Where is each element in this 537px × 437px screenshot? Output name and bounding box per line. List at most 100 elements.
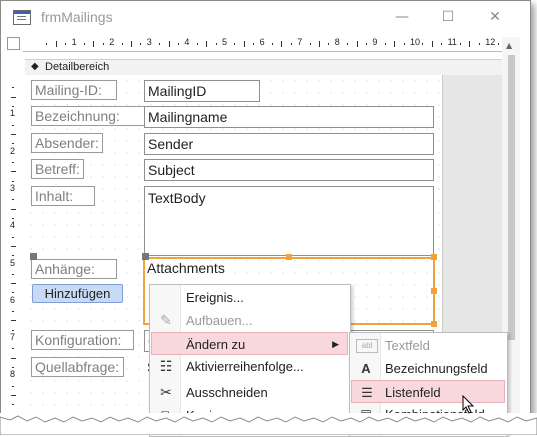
ruler-tick [11,208,16,210]
field-absender[interactable]: Sender [144,133,434,155]
resize-handle-top[interactable] [286,254,292,260]
ruler-tick [403,43,405,45]
label-konfiguration[interactable]: Konfiguration: [31,330,134,350]
ruler-tick [12,311,14,313]
ruler-tick [12,348,14,350]
resize-handle-top-right[interactable] [431,254,437,260]
menu-item-aufbauen[interactable]: ✎ Aufbauen... [151,309,348,332]
field-inhalt[interactable]: TextBody [144,186,434,256]
ruler-number: 2 [109,37,115,47]
ruler-number: 9 [372,37,378,47]
ruler-tick [281,41,283,47]
ruler-number: 7 [297,37,303,47]
ruler-tick [253,43,255,45]
ruler-tick [431,41,433,47]
ruler-number: 12 [485,37,496,47]
title-bar: frmMailings — ☐ ✕ [1,1,530,33]
close-button[interactable]: ✕ [472,1,518,33]
ruler-tick [168,41,170,47]
ruler-number: 5 [222,37,228,47]
ruler-tick [11,96,16,98]
ruler-tick [159,43,161,45]
ruler-tick [394,41,396,47]
menu-item-label: Ausschneiden [186,385,268,400]
ruler-tick [234,43,236,45]
scroll-thumb[interactable] [508,55,515,340]
submenu-item-label: Bezeichnungsfeld [385,361,488,376]
submenu-item-textfeld[interactable]: abl Textfeld [351,334,505,357]
label-betreff[interactable]: Betreff: [31,159,84,179]
horizontal-ruler[interactable]: 1 2 3 4 5 6 7 8 9 10 11 12 [23,37,513,52]
menu-item-label: Ändern zu [186,337,246,352]
maximize-button[interactable]: ☐ [425,1,471,33]
resize-handle-bottom-right[interactable] [431,321,437,327]
label-mailing-id[interactable]: Mailing-ID: [31,80,117,100]
ruler-number: 1 [71,37,77,47]
ruler-tick [441,43,443,45]
menu-item-aktivierreihenfolge[interactable]: ☷ Aktivierreihenfolge... [151,355,348,378]
ruler-tick [366,43,367,45]
label-anhaenge[interactable]: Anhänge: [31,259,117,279]
form-selector[interactable] [7,37,20,50]
vertical-ruler[interactable]: 1 2 3 4 5 6 7 8 [7,74,19,421]
submenu-item-label: Listenfeld [385,385,441,400]
horizontal-ruler-row: 1 2 3 4 5 6 7 8 9 10 11 12 [5,37,515,52]
move-handle-control[interactable] [142,253,149,260]
label-inhalt[interactable]: Inhalt: [31,186,95,206]
section-marker-icon: ◆ [31,61,39,72]
torn-edge [0,413,537,435]
listbox-icon: ☰ [361,385,373,400]
menu-item-label: Aktivierreihenfolge... [186,359,304,374]
ruler-tick [12,404,14,406]
move-handle-label[interactable] [30,253,37,260]
menu-item-ausschneiden[interactable]: ✂ Ausschneiden [151,381,348,404]
hinzufuegen-button[interactable]: Hinzufügen [32,284,123,303]
submenu-item-bezeichnungsfeld[interactable]: A Bezeichnungsfeld [351,357,505,380]
ruler-number: 7 [10,332,16,343]
ruler-tick [12,292,14,294]
ruler-tick [11,357,16,359]
ruler-tick [11,283,16,285]
resize-handle-right[interactable] [431,288,437,294]
ruler-tick [206,41,208,47]
ruler-tick [12,273,14,275]
ruler-tick [384,43,386,45]
ruler-tick [46,43,48,45]
ruler-tick [12,105,14,107]
field-betreff[interactable]: Subject [144,159,434,181]
ruler-tick [11,171,16,173]
label-bezeichnung[interactable]: Bezeichnung: [31,106,147,126]
menu-item-ereignis[interactable]: Ereignis... [151,286,348,309]
ruler-tick [93,41,95,47]
ruler-tick [131,41,132,47]
menu-item-aendern-zu[interactable]: Ändern zu ▶ [151,332,348,355]
ruler-number: 6 [259,37,265,47]
scroll-up-icon[interactable]: ▲ [506,41,512,50]
ruler-number: 4 [184,37,190,47]
ruler-number: 11 [447,37,457,47]
ruler-tick [12,385,14,387]
label-quellabfrage[interactable]: Quellabfrage: [31,357,124,377]
ruler-tick [272,43,273,45]
ruler-tick [11,395,16,397]
ruler-tick [12,143,14,145]
field-bezeichnung[interactable]: Mailingname [144,106,434,128]
submenu-item-listenfeld[interactable]: ☰ Listenfeld [351,380,505,403]
ruler-tick [11,320,16,322]
ruler-tick [102,43,104,45]
ruler-number: 3 [10,182,16,193]
ruler-tick [290,43,292,45]
ruler-tick [243,41,245,47]
ruler-tick [11,245,16,247]
field-mailing-id[interactable]: MailingID [144,80,260,102]
minimize-button[interactable]: — [379,1,425,33]
submenu-item-label: Textfeld [385,338,430,353]
ruler-number: 5 [10,257,16,268]
build-icon: ✎ [160,312,172,328]
ruler-tick [65,43,67,45]
ruler-tick [121,43,123,45]
ruler-tick [12,87,14,89]
section-header-detail[interactable]: ◆ Detailbereich [25,59,502,76]
tab-order-icon: ☷ [159,358,173,374]
label-absender[interactable]: Absender: [31,133,103,153]
